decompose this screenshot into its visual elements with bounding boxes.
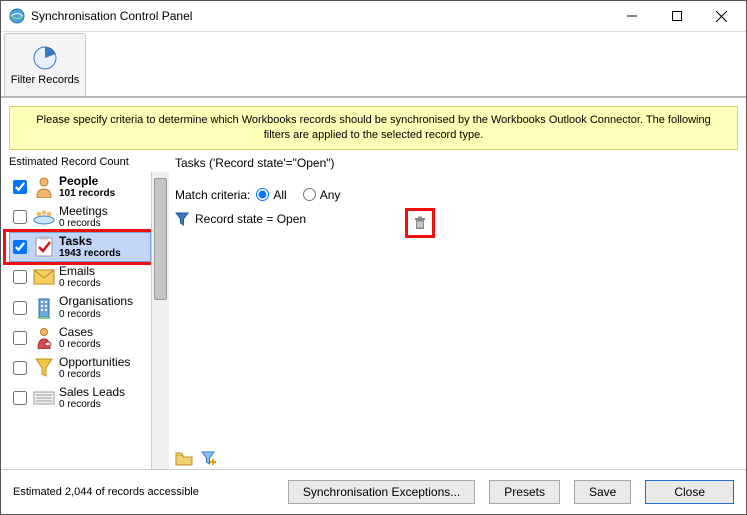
- titlebar: Synchronisation Control Panel: [1, 1, 746, 32]
- record-type-meetings[interactable]: Meetings0 records: [9, 202, 151, 232]
- funnel-icon: [175, 212, 189, 226]
- leads-icon: [33, 390, 55, 406]
- criteria-text: Record state = Open: [195, 212, 306, 226]
- record-type-checkbox[interactable]: [13, 361, 27, 375]
- match-any-radio[interactable]: Any: [303, 188, 341, 202]
- estimated-count-header: Estimated Record Count: [9, 154, 169, 172]
- record-type-organisations[interactable]: Organisations0 records: [9, 292, 151, 322]
- main-area: Estimated Record Count People101 records…: [1, 154, 746, 469]
- maximize-button[interactable]: [654, 2, 699, 31]
- record-type-name: People: [59, 175, 115, 188]
- record-type-checkbox[interactable]: [13, 210, 27, 224]
- presets-button[interactable]: Presets: [489, 480, 560, 504]
- sync-exceptions-button[interactable]: Synchronisation Exceptions...: [288, 480, 475, 504]
- person-icon: [33, 176, 55, 198]
- ribbon: Filter Records: [1, 32, 746, 98]
- record-type-count: 0 records: [59, 339, 101, 350]
- task-icon: [33, 236, 55, 258]
- record-type-tasks[interactable]: Tasks1943 records: [9, 232, 151, 262]
- delete-criteria-button[interactable]: [405, 208, 435, 238]
- add-filter-button[interactable]: [201, 451, 217, 467]
- record-type-checkbox[interactable]: [13, 331, 27, 345]
- record-type-salesleads[interactable]: Sales Leads0 records: [9, 383, 151, 413]
- record-type-cases[interactable]: ? Cases0 records: [9, 323, 151, 353]
- match-all-radio[interactable]: All: [256, 188, 286, 202]
- org-icon: [33, 297, 55, 319]
- close-button[interactable]: Close: [645, 480, 734, 504]
- close-window-button[interactable]: [699, 2, 744, 31]
- filter-records-label: Filter Records: [11, 74, 79, 86]
- record-type-checkbox[interactable]: [13, 240, 27, 254]
- match-criteria-label: Match criteria:: [175, 188, 250, 202]
- info-banner: Please specify criteria to determine whi…: [9, 106, 738, 150]
- record-type-checkbox[interactable]: [13, 301, 27, 315]
- record-type-name: Opportunities: [59, 356, 130, 369]
- criteria-list: Record state = Open: [175, 212, 738, 469]
- record-type-name: Cases: [59, 326, 101, 339]
- sync-control-panel-window: Synchronisation Control Panel Filter Rec…: [0, 0, 747, 515]
- record-type-count: 0 records: [59, 309, 133, 320]
- record-type-opportunities[interactable]: Opportunities0 records: [9, 353, 151, 383]
- minimize-button[interactable]: [609, 2, 654, 31]
- record-type-name: Meetings: [59, 205, 108, 218]
- estimated-total-label: Estimated 2,044 of records accessible: [13, 486, 274, 498]
- record-type-count: 101 records: [59, 188, 115, 199]
- record-type-name: Organisations: [59, 295, 133, 308]
- record-type-emails[interactable]: Emails0 records: [9, 262, 151, 292]
- save-button[interactable]: Save: [574, 480, 631, 504]
- record-type-count: 1943 records: [59, 248, 121, 259]
- meeting-icon: [33, 209, 55, 225]
- open-folder-button[interactable]: [175, 451, 193, 467]
- footer: Estimated 2,044 of records accessible Sy…: [1, 469, 746, 514]
- record-types-panel: Estimated Record Count People101 records…: [9, 154, 169, 469]
- record-type-name: Sales Leads: [59, 386, 125, 399]
- trash-icon: [413, 216, 427, 230]
- criteria-panel: Tasks ('Record state'="Open") Match crit…: [169, 154, 738, 469]
- criteria-header: Tasks ('Record state'="Open"): [175, 154, 738, 188]
- record-type-name: Emails: [59, 265, 101, 278]
- email-icon: [33, 269, 55, 285]
- record-type-list: People101 recordsMeetings0 recordsTasks1…: [9, 172, 151, 469]
- record-list-scrollbar[interactable]: [151, 172, 169, 469]
- record-type-count: 0 records: [59, 399, 125, 410]
- record-type-checkbox[interactable]: [13, 391, 27, 405]
- case-icon: ?: [33, 327, 55, 349]
- record-type-count: 0 records: [59, 218, 108, 229]
- record-type-checkbox[interactable]: [13, 270, 27, 284]
- record-type-name: Tasks: [59, 235, 121, 248]
- filter-records-tab[interactable]: Filter Records: [4, 33, 86, 96]
- record-type-count: 0 records: [59, 278, 101, 289]
- opportunity-icon: [33, 358, 55, 378]
- match-criteria-row: Match criteria: All Any: [175, 188, 738, 202]
- record-type-count: 0 records: [59, 369, 130, 380]
- window-title: Synchronisation Control Panel: [31, 9, 192, 23]
- app-icon: [9, 8, 25, 24]
- criteria-row[interactable]: Record state = Open: [175, 212, 738, 226]
- record-type-checkbox[interactable]: [13, 180, 27, 194]
- pie-chart-icon: [32, 45, 58, 71]
- record-type-people[interactable]: People101 records: [9, 172, 151, 202]
